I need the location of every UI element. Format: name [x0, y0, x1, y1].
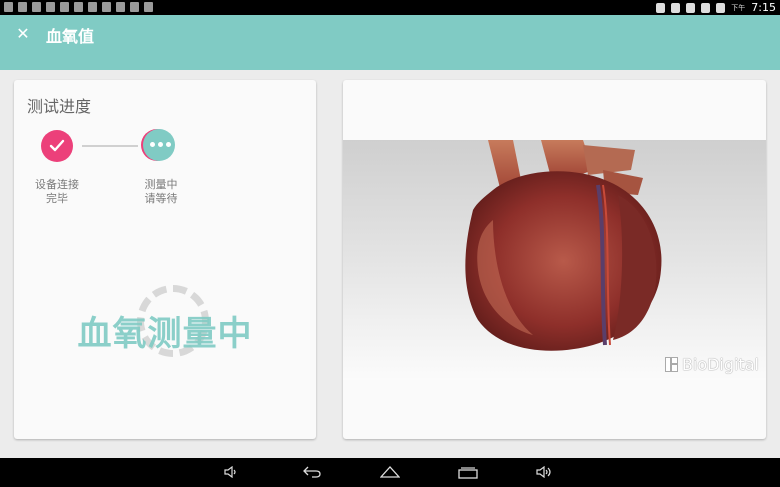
- step-in-progress-indicator: [143, 129, 175, 161]
- back-icon: [303, 466, 321, 478]
- app-bar: ✕ 血氧值: [0, 15, 780, 70]
- progress-card: 测试进度 设备连接 完毕 测量中 请等待 血氧测量中: [14, 80, 316, 439]
- step-label-line: 请等待: [144, 192, 178, 205]
- battery-icon: [716, 2, 726, 13]
- sun-notification-icon: [18, 2, 27, 12]
- biodigital-watermark-text: BioDigital: [681, 355, 759, 374]
- sd-card-icon: [144, 2, 153, 12]
- volume-down-button[interactable]: [222, 465, 240, 479]
- step-label-line: 测量中: [144, 178, 178, 191]
- step-label-measuring: 测量中 请等待: [126, 178, 196, 206]
- video-card: BioDigital: [343, 80, 766, 439]
- navigation-bar: [0, 458, 780, 487]
- system-status-icons: 下午 7:15: [656, 1, 776, 14]
- step-label-line: 设备连接: [35, 178, 79, 191]
- clock-ampm: 下午: [731, 3, 746, 12]
- biodigital-watermark: BioDigital: [664, 355, 759, 374]
- recent-apps-button[interactable]: [457, 465, 479, 479]
- home-button[interactable]: [379, 465, 401, 479]
- page-title: 血氧值: [46, 27, 95, 46]
- measuring-status-text: 血氧测量中: [77, 314, 253, 354]
- step-done-indicator: [41, 130, 73, 162]
- recent-apps-icon: [458, 466, 478, 479]
- step-label-line: 完毕: [46, 192, 68, 205]
- more-dots-icon: [150, 142, 171, 147]
- app-notification-icon: [74, 2, 83, 12]
- progress-title: 测试进度: [27, 97, 92, 116]
- step-label-connected: 设备连接 完毕: [22, 178, 92, 206]
- usb-icon: [130, 2, 139, 12]
- heart-image: [465, 140, 662, 351]
- close-icon: ✕: [16, 23, 30, 43]
- wifi-icon: [701, 2, 711, 13]
- home-icon: [380, 466, 400, 478]
- bluetooth-icon: [671, 2, 681, 13]
- biodigital-logo-icon: [664, 357, 678, 372]
- usb-icon: [116, 2, 125, 12]
- location-icon: [656, 2, 666, 13]
- notification-icons: [4, 2, 153, 12]
- app-notification-icon: [32, 2, 41, 12]
- step-connector: [82, 145, 138, 147]
- close-button[interactable]: ✕: [14, 23, 32, 43]
- heart-animation-video[interactable]: BioDigital: [343, 140, 766, 380]
- volume-down-icon: [224, 466, 236, 478]
- check-icon: [49, 139, 65, 152]
- clock-time: 7:15: [751, 1, 776, 14]
- app-notification-icon: [4, 2, 13, 12]
- image-notification-icon: [46, 2, 55, 12]
- app-notification-icon: [88, 2, 97, 12]
- app-notification-icon: [60, 2, 69, 12]
- status-bar: 下午 7:15: [0, 0, 780, 15]
- back-button[interactable]: [302, 465, 322, 479]
- volume-up-button[interactable]: [535, 465, 555, 479]
- volume-up-icon: [536, 466, 551, 478]
- no-signal-icon: [686, 2, 696, 13]
- app-notification-icon: [102, 2, 111, 12]
